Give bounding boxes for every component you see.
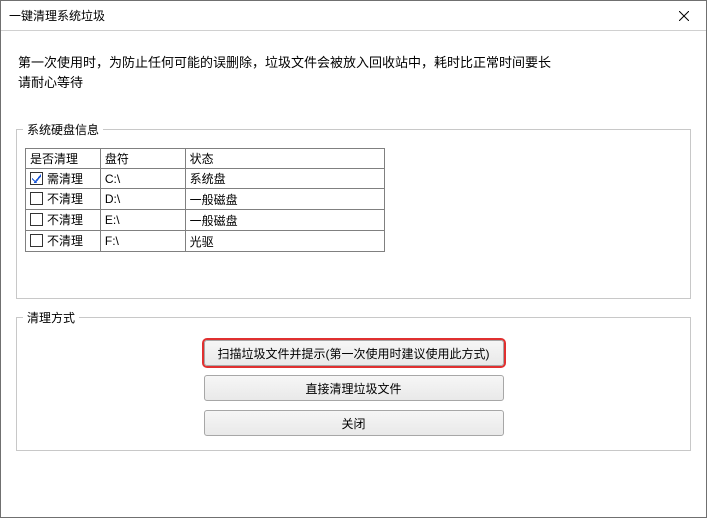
intro-text: 第一次使用时，为防止任何可能的误删除，垃圾文件会被放入回收站中，耗时比正常时间要… bbox=[18, 53, 689, 93]
cell-check[interactable]: 不清理 bbox=[26, 231, 101, 252]
checkbox-label: 不清理 bbox=[47, 211, 83, 228]
disk-table: 是否清理 盘符 状态 需清理C:\系统盘不清理D:\一般磁盘不清理E:\一般磁盘… bbox=[25, 148, 385, 252]
header-check: 是否清理 bbox=[26, 149, 101, 169]
scan-button[interactable]: 扫描垃圾文件并提示(第一次使用时建议使用此方式) bbox=[204, 340, 504, 366]
cell-state: 光驱 bbox=[185, 231, 384, 252]
cell-drive: D:\ bbox=[100, 189, 185, 210]
table-header-row: 是否清理 盘符 状态 bbox=[26, 149, 385, 169]
cell-state: 一般磁盘 bbox=[185, 210, 384, 231]
checkbox-icon[interactable] bbox=[30, 192, 43, 205]
close-icon[interactable] bbox=[661, 1, 706, 30]
cell-drive: C:\ bbox=[100, 169, 185, 189]
checkbox-icon[interactable] bbox=[30, 172, 43, 185]
app-window: 一键清理系统垃圾 第一次使用时，为防止任何可能的误删除，垃圾文件会被放入回收站中… bbox=[0, 0, 707, 518]
intro-line2: 请耐心等待 bbox=[18, 73, 689, 93]
header-state: 状态 bbox=[185, 149, 384, 169]
close-button[interactable]: 关闭 bbox=[204, 410, 504, 436]
cell-drive: F:\ bbox=[100, 231, 185, 252]
disk-info-legend: 系统硬盘信息 bbox=[23, 121, 103, 138]
cell-state: 一般磁盘 bbox=[185, 189, 384, 210]
checkbox-label: 不清理 bbox=[47, 232, 83, 249]
clean-mode-legend: 清理方式 bbox=[23, 309, 79, 326]
checkbox-icon[interactable] bbox=[30, 213, 43, 226]
checkbox-label: 不清理 bbox=[47, 190, 83, 207]
cell-state: 系统盘 bbox=[185, 169, 384, 189]
cell-drive: E:\ bbox=[100, 210, 185, 231]
clean-mode-group: 清理方式 扫描垃圾文件并提示(第一次使用时建议使用此方式) 直接清理垃圾文件 关… bbox=[16, 309, 691, 451]
cell-check[interactable]: 不清理 bbox=[26, 189, 101, 210]
checkbox-icon[interactable] bbox=[30, 234, 43, 247]
direct-clean-button[interactable]: 直接清理垃圾文件 bbox=[204, 375, 504, 401]
cell-check[interactable]: 不清理 bbox=[26, 210, 101, 231]
titlebar: 一键清理系统垃圾 bbox=[1, 1, 706, 31]
table-row: 不清理 E:\一般磁盘 bbox=[26, 210, 385, 231]
intro-line1: 第一次使用时，为防止任何可能的误删除，垃圾文件会被放入回收站中，耗时比正常时间要… bbox=[18, 53, 689, 73]
window-title: 一键清理系统垃圾 bbox=[9, 7, 105, 24]
header-drive: 盘符 bbox=[100, 149, 185, 169]
table-row: 不清理 F:\光驱 bbox=[26, 231, 385, 252]
table-row: 不清理 D:\一般磁盘 bbox=[26, 189, 385, 210]
content-area: 第一次使用时，为防止任何可能的误删除，垃圾文件会被放入回收站中，耗时比正常时间要… bbox=[1, 31, 706, 517]
checkbox-label: 需清理 bbox=[47, 170, 83, 187]
table-row: 需清理 C:\系统盘 bbox=[26, 169, 385, 189]
cell-check[interactable]: 需清理 bbox=[26, 169, 101, 189]
disk-info-group: 系统硬盘信息 是否清理 盘符 状态 需清理C:\系统盘不清理D:\一般磁盘不清理… bbox=[16, 121, 691, 299]
